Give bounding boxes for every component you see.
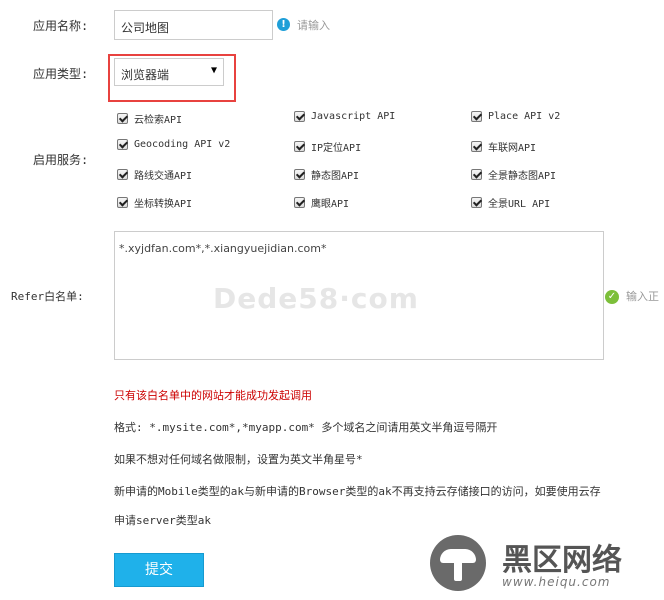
app-name-input[interactable]: 公司地图 xyxy=(114,10,273,40)
checkbox[interactable] xyxy=(294,197,305,208)
info-icon: ! xyxy=(277,18,290,31)
service-item[interactable]: 静态图API xyxy=(294,167,359,182)
app-name-hint: 请输入 xyxy=(297,19,330,32)
checkbox[interactable] xyxy=(471,141,482,152)
service-item[interactable]: 坐标转换API xyxy=(117,195,192,210)
service-item[interactable]: Geocoding API v2 xyxy=(117,139,230,150)
service-item[interactable]: 云检索API xyxy=(117,111,182,126)
services-label: 启用服务: xyxy=(33,153,89,167)
service-item[interactable]: IP定位API xyxy=(294,139,361,154)
refer-textarea[interactable]: *.xyjdfan.com*,*.xiangyuejidian.com* Ded… xyxy=(114,231,604,360)
app-type-value: 浏览器端 xyxy=(121,68,170,82)
checkbox[interactable] xyxy=(471,111,482,122)
checkbox[interactable] xyxy=(471,169,482,180)
service-item[interactable]: Place API v2 xyxy=(471,111,560,122)
checkbox[interactable] xyxy=(117,169,128,180)
service-item[interactable]: Javascript API xyxy=(294,111,395,122)
heiqu-watermark-url: www.heiqu.com xyxy=(502,575,611,589)
checkbox[interactable] xyxy=(294,141,305,152)
checkbox[interactable] xyxy=(294,111,305,122)
app-name-value: 公司地图 xyxy=(121,21,170,35)
dropdown-arrow-icon: ▼ xyxy=(210,65,217,76)
checkbox[interactable] xyxy=(471,197,482,208)
service-item[interactable]: 鹰眼API xyxy=(294,195,349,210)
service-item[interactable]: 全景静态图API xyxy=(471,167,556,182)
warning-text: 只有该白名单中的网站才能成功发起调用 xyxy=(114,389,312,402)
checkbox[interactable] xyxy=(117,139,128,150)
checkbox[interactable] xyxy=(117,197,128,208)
refer-hint: 输入正 xyxy=(626,290,659,303)
server-note: 申请server类型ak xyxy=(114,514,211,527)
app-type-label: 应用类型: xyxy=(33,67,89,81)
checkbox[interactable] xyxy=(294,169,305,180)
dede-watermark: Dede58·com xyxy=(213,282,419,315)
mobile-note: 新申请的Mobile类型的ak与新申请的Browser类型的ak不再支持云存储接… xyxy=(114,485,601,498)
app-name-label: 应用名称: xyxy=(33,19,89,33)
check-circle-icon: ✓ xyxy=(605,290,619,304)
app-type-select[interactable]: 浏览器端 ▼ xyxy=(114,58,224,86)
service-item[interactable]: 车联网API xyxy=(471,139,536,154)
service-item[interactable]: 路线交通API xyxy=(117,167,192,182)
service-item[interactable]: 全景URL API xyxy=(471,195,550,210)
checkbox[interactable] xyxy=(117,113,128,124)
heiqu-watermark-title: 黑区网络 xyxy=(502,543,622,578)
refer-value: *.xyjdfan.com*,*.xiangyuejidian.com* xyxy=(119,242,327,255)
format-note: 格式: *.mysite.com*,*myapp.com* 多个域名之间请用英文… xyxy=(114,421,498,434)
submit-button[interactable]: 提交 xyxy=(114,553,204,587)
refer-label: Refer白名单: xyxy=(11,290,84,303)
unlimited-note: 如果不想对任何域名做限制，设置为英文半角星号* xyxy=(114,453,363,466)
heiqu-logo-icon xyxy=(430,535,486,591)
